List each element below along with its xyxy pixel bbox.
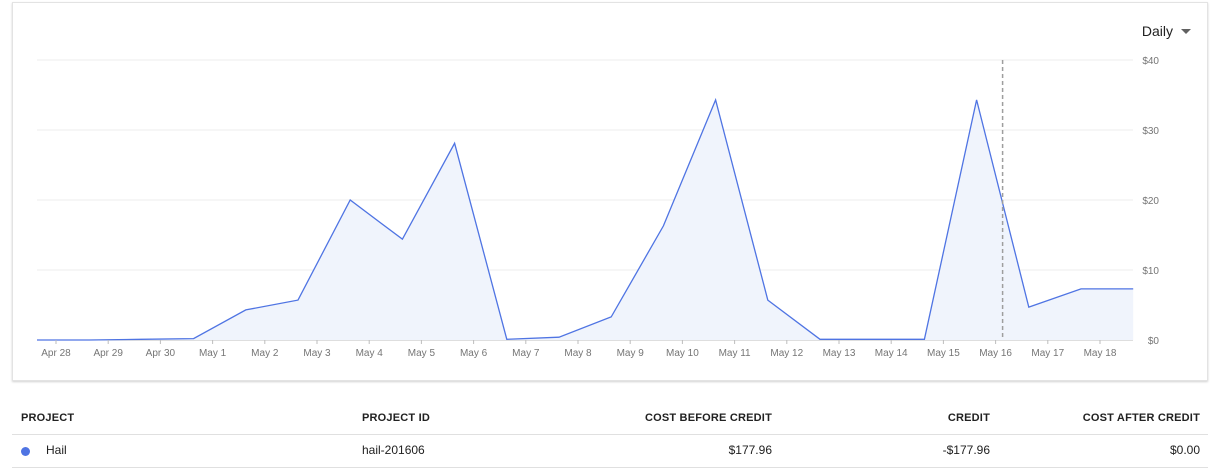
header-credit: CREDIT (947, 412, 990, 424)
x-tick-label: May 11 (719, 348, 751, 359)
y-tick-label: $0 (1148, 336, 1160, 347)
x-tick-label: May 16 (979, 348, 1012, 359)
x-tick-label: May 1 (199, 348, 227, 359)
x-tick-label: May 5 (408, 348, 436, 359)
x-tick-label: May 4 (356, 348, 384, 359)
x-tick-label: May 13 (823, 348, 856, 359)
x-tick-label: May 3 (303, 348, 331, 359)
cost-area-chart: $0 $10 $20 $30 $40 Apr 28 Apr 29 Apr 30 May 1 Ma… (37, 56, 1159, 359)
header-project-id: PROJECT ID (362, 412, 431, 424)
x-tick-label: May 17 (1031, 348, 1064, 359)
y-tick-label: $30 (1142, 126, 1159, 137)
x-tick-label: May 8 (564, 348, 592, 359)
x-tick-label: May 15 (927, 348, 960, 359)
x-tick-label: Apr 28 (41, 348, 71, 359)
x-tick-label: May 2 (251, 348, 279, 359)
project-id: hail-201606 (362, 443, 425, 457)
project-cost-table: PROJECT PROJECT ID COST BEFORE CREDIT CR… (12, 404, 1208, 468)
credit-value: -$177.96 (942, 443, 990, 457)
y-tick-label: $40 (1142, 56, 1159, 67)
cost-chart-card: Daily $0 $10 $20 $30 $40 Apr 28 Apr 29 Apr 30 M… (12, 2, 1208, 381)
x-tick-label: May 12 (770, 348, 803, 359)
y-axis-ticks: $0 $10 $20 $30 $40 (1142, 56, 1159, 347)
x-tick-label: May 7 (512, 348, 540, 359)
x-tick-label: Apr 29 (93, 348, 123, 359)
x-tick-label: May 10 (666, 348, 699, 359)
header-cost-after-credit: COST AFTER CREDIT (1082, 412, 1200, 424)
x-tick-label: May 6 (460, 348, 488, 359)
cost-before-credit: $177.96 (728, 443, 772, 457)
x-tick-label: May 14 (875, 348, 908, 359)
x-tick-label: May 18 (1084, 348, 1117, 359)
x-tick-label: Apr 30 (146, 348, 176, 359)
cost-after-credit: $0.00 (1169, 443, 1200, 457)
y-tick-label: $20 (1142, 196, 1159, 207)
project-name: Hail (46, 443, 67, 457)
project-color-dot (21, 447, 30, 456)
table-row[interactable]: Hail hail-201606 $177.96 -$177.96 $0.00 (12, 435, 1208, 468)
y-tick-label: $10 (1142, 266, 1159, 277)
table-header-row: PROJECT PROJECT ID COST BEFORE CREDIT CR… (12, 404, 1208, 435)
header-project: PROJECT (21, 412, 75, 424)
header-cost-before-credit: COST BEFORE CREDIT (644, 412, 772, 424)
x-tick-label: May 9 (617, 348, 645, 359)
x-axis-ticks: Apr 28 Apr 29 Apr 30 May 1 May 2 May 3 May 4 Ma… (41, 340, 1117, 359)
